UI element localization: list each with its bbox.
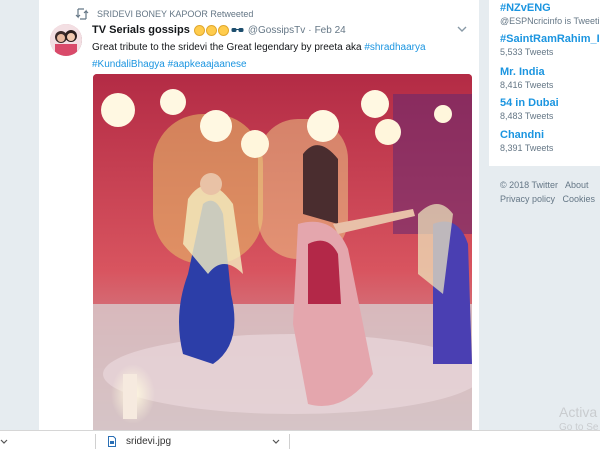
chevron-down-icon[interactable] [0,439,8,444]
sunglasses-icon [231,28,244,32]
avatar[interactable] [50,24,82,56]
footer-links: © 2018 Twitter About Privacy policy Cook… [500,178,600,206]
emoji-icon [205,24,217,36]
emoji-icon [193,24,205,36]
video-frame [93,74,472,430]
file-icon [108,435,116,447]
retweet-context[interactable]: SRIDEVI BONEY KAPOOR Retweeted [75,7,253,21]
activation-watermark-title: Activa [559,404,598,420]
hashtag-link[interactable]: #KundaliBhagya [92,59,165,70]
separator-dot: · [308,24,312,36]
trend-name[interactable]: Mr. India [500,66,553,78]
trend-meta: @ESPNcricinfo is Tweetin [500,16,600,26]
trend-meta: 8,391 Tweets [500,143,554,153]
avatar-image [50,24,82,56]
tweet-text: Great tribute to the sridevi the Great l… [92,39,472,73]
privacy-link[interactable]: Privacy policy [500,194,555,204]
trend-item[interactable]: Chandni 8,391 Tweets [500,129,553,153]
trend-name[interactable]: #NZvENG [500,2,600,14]
download-separator [289,434,290,449]
tweet-timestamp[interactable]: Feb 24 [315,25,346,36]
retweet-label: SRIDEVI BONEY KAPOOR Retweeted [97,9,254,19]
trend-name[interactable]: Chandni [500,129,553,141]
chevron-down-icon[interactable] [272,439,280,444]
author-handle[interactable]: @GossipsTv [248,25,305,36]
copyright-text: © 2018 Twitter [500,180,558,190]
hashtag-link[interactable]: #aapkeaajaanese [168,59,247,70]
emoji-icon [217,24,229,36]
trend-meta: 8,416 Tweets [500,80,554,90]
trend-item[interactable]: Mr. India 8,416 Tweets [500,66,553,90]
download-item-2[interactable]: sridevi.jpg [108,431,171,450]
tweet-header: TV Serials gossips @GossipsTv · Feb 24 [92,22,346,38]
hashtag-link[interactable]: #shradhaarya [364,42,425,53]
download-bar: sridevi.jpg [0,430,600,450]
trend-item[interactable]: #SaintRamRahim_In 5,533 Tweets [500,33,600,57]
tweet-text-body: Great tribute to the sridevi the Great l… [92,42,365,53]
cookies-link[interactable]: Cookies [563,194,596,204]
trend-item[interactable]: #NZvENG @ESPNcricinfo is Tweetin [500,2,600,26]
download-item-2-menu[interactable] [272,431,280,450]
trends-panel: #NZvENG @ESPNcricinfo is Tweetin #SaintR… [489,0,600,166]
trend-meta: 8,483 Tweets [500,111,554,121]
caret-down-icon[interactable] [457,26,467,32]
retweet-icon [75,8,89,20]
author-emojis [193,24,244,36]
author-name[interactable]: TV Serials gossips [92,24,190,36]
download-filename[interactable]: sridevi.jpg [126,436,171,447]
tweet-card[interactable]: SRIDEVI BONEY KAPOOR Retweeted TV Serial… [38,0,480,430]
tweet-media-video[interactable] [93,74,472,430]
about-link[interactable]: About [565,180,589,190]
download-separator [95,434,96,449]
trend-meta: 5,533 Tweets [500,47,554,57]
download-item-1[interactable] [0,431,8,450]
trend-name[interactable]: #SaintRamRahim_In [500,33,600,45]
trend-name[interactable]: 54 in Dubai [500,97,559,109]
trend-item[interactable]: 54 in Dubai 8,483 Tweets [500,97,559,121]
